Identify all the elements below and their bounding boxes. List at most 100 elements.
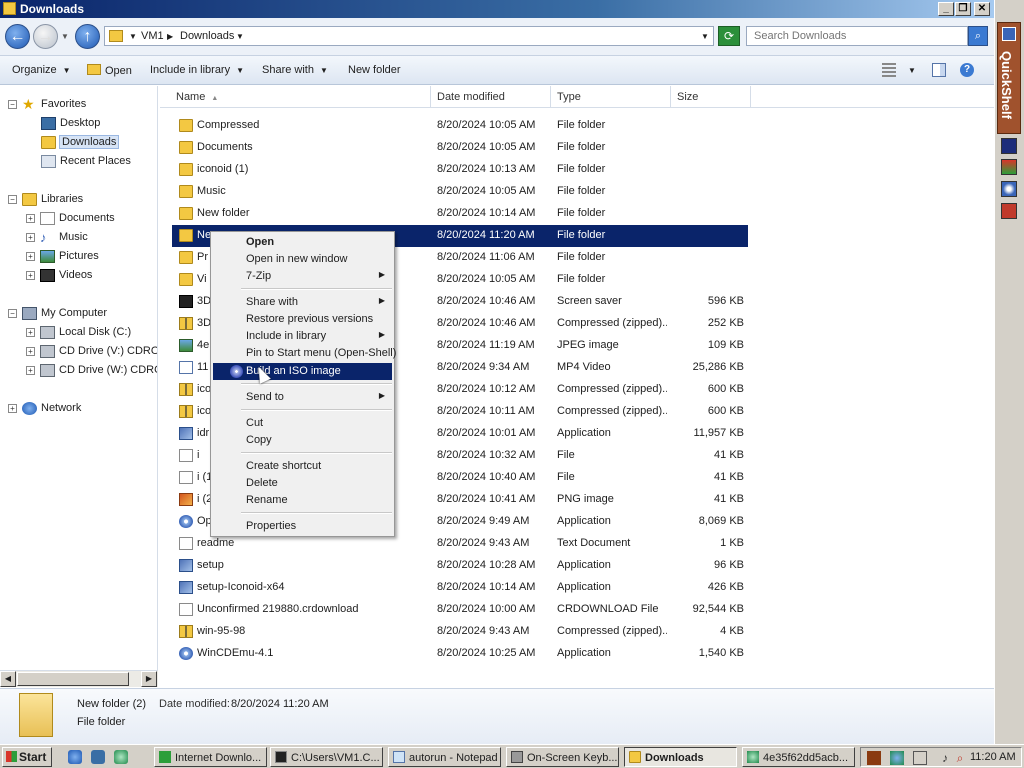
volume-icon[interactable]: ♪ (938, 751, 952, 765)
menu-item-build-iso[interactable]: Build an ISO image (213, 363, 392, 380)
expand-icon[interactable]: + (26, 213, 35, 223)
menu-item-create-shortcut[interactable]: Create shortcut (213, 458, 392, 475)
column-header-name[interactable]: Name ▲ (170, 86, 431, 108)
menu-item-open-new-window[interactable]: Open in new window (213, 251, 392, 268)
view-dropdown-icon[interactable]: ▼ (908, 66, 916, 75)
keyboard-layout-icon[interactable] (913, 751, 927, 765)
recent-pages-dropdown[interactable]: ▼ (61, 32, 69, 41)
nav-horizontal-scrollbar[interactable]: ◀ ▶ (0, 670, 158, 687)
scroll-right-icon[interactable]: ▶ (141, 671, 157, 687)
taskbar-item-notepad[interactable]: autorun - Notepad (388, 747, 501, 767)
clock[interactable]: 11:20 AM (970, 751, 1016, 763)
menu-item-properties[interactable]: Properties (213, 518, 392, 535)
taskbar-item-osk[interactable]: On-Screen Keyb... (506, 747, 619, 767)
nav-favorites[interactable]: − ★ Favorites (8, 95, 86, 113)
internet-explorer-icon[interactable] (68, 750, 82, 764)
search-button[interactable]: ⌕ (968, 26, 988, 46)
menu-item-cut[interactable]: Cut (213, 415, 392, 432)
help-icon[interactable]: ? (960, 63, 974, 77)
share-with-button[interactable]: Share with ▼ (262, 64, 328, 76)
organize-button[interactable]: Organize ▼ (12, 64, 71, 76)
taskbar-item-downloads[interactable]: Downloads (624, 747, 737, 767)
magnifier-icon[interactable] (1001, 203, 1017, 219)
search-input[interactable] (746, 26, 968, 46)
new-folder-button[interactable]: New folder (348, 64, 401, 76)
file-row[interactable]: Unconfirmed 219880.crdownload 8/20/2024 1… (172, 599, 748, 621)
menu-item-share-with[interactable]: Share with ▶ (213, 294, 392, 311)
nav-cd-drive-v[interactable]: + CD Drive (V:) CDROM (26, 342, 157, 360)
menu-item-pin-to-start[interactable]: Pin to Start menu (Open-Shell) (213, 345, 396, 362)
tray-app-icon[interactable] (867, 751, 881, 765)
back-button[interactable]: ← (5, 24, 30, 49)
title-bar[interactable]: Downloads _ ❐ ✕ (0, 0, 994, 18)
file-row[interactable]: setup 8/20/2024 10:28 AM Application 96 KB (172, 555, 748, 577)
address-box[interactable]: ▼ VM1 ▶ Downloads ▼ ▼ (104, 26, 714, 46)
address-dropdown-icon[interactable]: ▼ (701, 32, 709, 41)
file-row[interactable]: iconoid (1) 8/20/2024 10:13 AM File folder (172, 159, 748, 181)
column-header-type[interactable]: Type (551, 86, 671, 108)
file-row[interactable]: win-95-98 8/20/2024 9:43 AM Compressed (zi… (172, 621, 748, 643)
collapse-icon[interactable]: − (8, 308, 17, 318)
start-button[interactable]: Start (2, 747, 52, 767)
breadcrumb-chevron-icon[interactable]: ▼ (236, 32, 244, 41)
up-button[interactable]: ↑ (75, 24, 100, 49)
magnifier-tray-icon[interactable]: ⌕ (953, 751, 967, 765)
show-desktop-icon[interactable] (91, 750, 105, 764)
nav-libraries[interactable]: − Libraries (8, 190, 83, 208)
menu-item-include-in-library[interactable]: Include in library ▶ (213, 328, 392, 345)
expand-icon[interactable]: + (8, 403, 17, 413)
taskbar-item-cmd[interactable]: C:\Users\VM1.C... (270, 747, 383, 767)
quickshelf-tab[interactable]: QuickShelf (997, 22, 1021, 134)
breadcrumb-vm1[interactable]: VM1 (141, 30, 164, 42)
maximize-button[interactable]: ❐ (955, 2, 971, 16)
file-row[interactable]: setup-Iconoid-x64 8/20/2024 10:14 AM Appli… (172, 577, 748, 599)
file-row[interactable]: Compressed 8/20/2024 10:05 AM File folder (172, 115, 748, 137)
nav-music[interactable]: + ♪ Music (26, 228, 88, 246)
expand-icon[interactable]: + (26, 365, 35, 375)
menu-item-open[interactable]: Open (213, 234, 392, 251)
include-in-library-button[interactable]: Include in library ▼ (150, 64, 244, 76)
scroll-thumb[interactable] (17, 672, 129, 686)
column-header-date[interactable]: Date modified (431, 86, 551, 108)
breadcrumb-chevron-icon[interactable]: ▼ (129, 32, 137, 41)
media-icon[interactable] (1001, 181, 1017, 197)
menu-item-send-to[interactable]: Send to ▶ (213, 389, 392, 406)
nav-recent-places[interactable]: Recent Places (41, 152, 131, 170)
nav-pictures[interactable]: + Pictures (26, 247, 99, 265)
refresh-button[interactable]: ⟳ (718, 26, 740, 46)
taskbar-item-image[interactable]: 4e35f62dd5acb... (742, 747, 855, 767)
view-options-icon[interactable] (882, 63, 896, 77)
nav-documents[interactable]: + Documents (26, 209, 115, 227)
network-tray-icon[interactable] (890, 751, 904, 765)
expand-icon[interactable]: + (26, 232, 35, 242)
nav-my-computer[interactable]: − My Computer (8, 304, 107, 322)
breadcrumb-downloads[interactable]: Downloads (180, 30, 234, 42)
paint-icon[interactable] (1001, 159, 1017, 175)
nav-desktop[interactable]: Desktop (41, 114, 100, 132)
column-header-size[interactable]: Size (671, 86, 751, 108)
file-row[interactable]: WinCDEmu-4.1 8/20/2024 10:25 AM Applicatio… (172, 643, 748, 665)
calculator-icon[interactable] (1001, 138, 1017, 154)
media-player-icon[interactable] (114, 750, 128, 764)
nav-network[interactable]: + Network (8, 399, 81, 417)
open-button[interactable]: Open (87, 64, 132, 77)
expand-icon[interactable]: + (26, 251, 35, 261)
nav-local-disk[interactable]: + Local Disk (C:) (26, 323, 131, 341)
close-button[interactable]: ✕ (974, 2, 990, 16)
expand-icon[interactable]: + (26, 346, 35, 356)
collapse-icon[interactable]: − (8, 194, 17, 204)
file-row[interactable]: Documents 8/20/2024 10:05 AM File folder (172, 137, 748, 159)
forward-button[interactable]: → (33, 24, 58, 49)
menu-item-rename[interactable]: Rename (213, 492, 392, 509)
expand-icon[interactable]: + (26, 327, 35, 337)
expand-icon[interactable]: + (26, 270, 35, 280)
nav-cd-drive-w[interactable]: + CD Drive (W:) CDROM (26, 361, 157, 379)
taskbar-item-internet-download[interactable]: Internet Downlo... (154, 747, 267, 767)
menu-item-restore-previous[interactable]: Restore previous versions (213, 311, 392, 328)
menu-item-7zip[interactable]: 7-Zip ▶ (213, 268, 392, 285)
nav-videos[interactable]: + Videos (26, 266, 92, 284)
menu-item-copy[interactable]: Copy (213, 432, 392, 449)
file-row[interactable]: New folder 8/20/2024 10:14 AM File folder (172, 203, 748, 225)
scroll-left-icon[interactable]: ◀ (0, 671, 16, 687)
nav-downloads[interactable]: Downloads (41, 133, 120, 151)
